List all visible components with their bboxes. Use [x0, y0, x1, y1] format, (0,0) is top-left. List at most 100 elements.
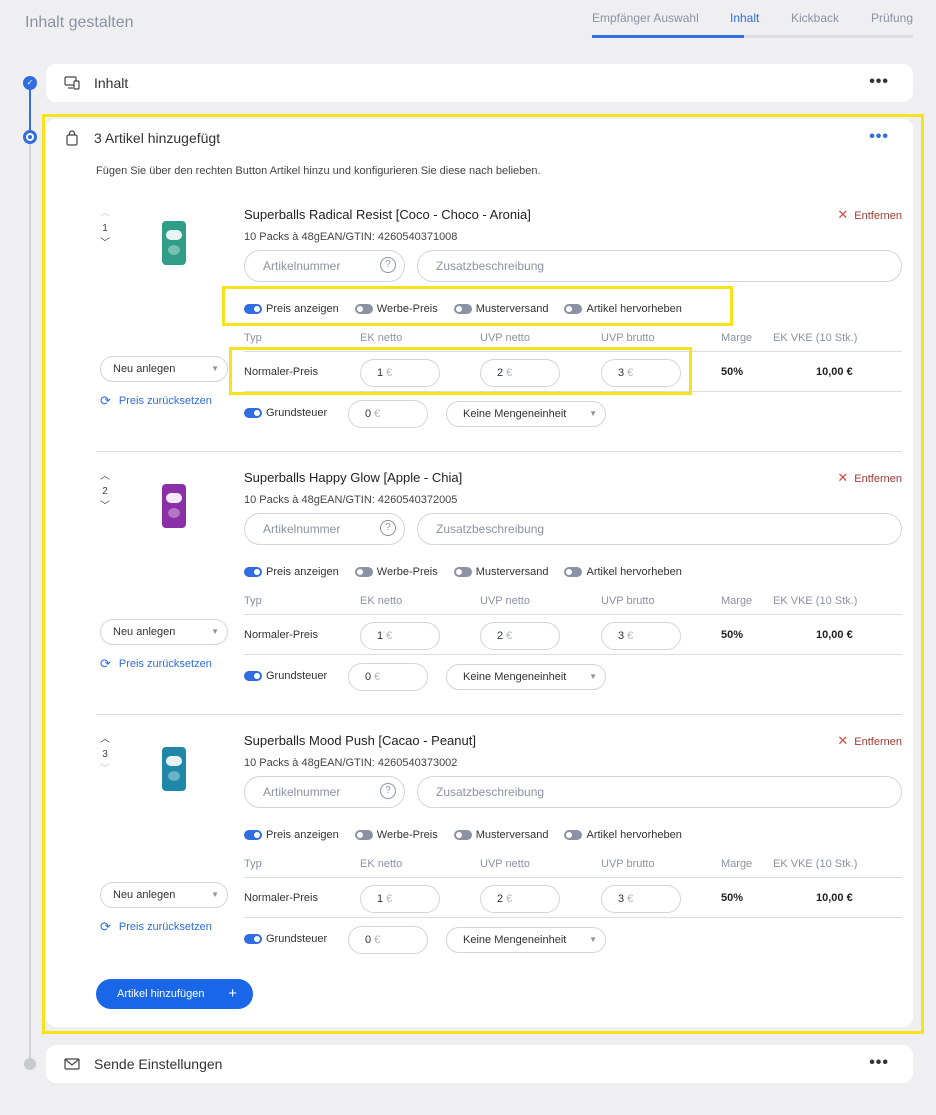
- move-up-icon[interactable]: ︿: [96, 470, 114, 484]
- property-tax-input[interactable]: 0 €: [348, 926, 428, 954]
- unit-select[interactable]: Keine Mengeneinheit ▼: [446, 927, 606, 953]
- devices-icon: [64, 75, 80, 91]
- toggle-property-tax[interactable]: Grundsteuer: [244, 670, 327, 682]
- toggle-show-price[interactable]: Preis anzeigen: [244, 566, 339, 578]
- section-send-settings[interactable]: Sende Einstellungen •••: [46, 1045, 913, 1083]
- toggle-switch: [453, 830, 472, 840]
- tab-inhalt[interactable]: Inhalt: [730, 11, 759, 25]
- move-up-icon[interactable]: ︿: [96, 733, 114, 747]
- section-articles-menu-icon[interactable]: •••: [869, 128, 889, 146]
- new-create-select[interactable]: Neu anlegen ▼: [100, 882, 228, 908]
- additional-description-input[interactable]: Zusatzbeschreibung: [417, 776, 902, 808]
- toggle-switch: [244, 934, 262, 944]
- uvp-brutto-input[interactable]: 3 €: [601, 359, 681, 387]
- column-ek-vke: EK VKE (10 Stk.): [773, 332, 858, 344]
- toggle-sample-shipping[interactable]: Musterversand: [453, 566, 548, 578]
- mail-icon: [64, 1056, 80, 1072]
- remove-button[interactable]: ✕ Entfernen: [837, 207, 902, 223]
- section-send-menu-icon[interactable]: •••: [869, 1054, 889, 1072]
- article-number-input[interactable]: Artikelnummer ?: [244, 513, 405, 545]
- property-tax-input[interactable]: 0 €: [348, 400, 428, 428]
- article-toggles: Preis anzeigen Werbe-Preis Musterversand…: [244, 829, 682, 841]
- toggle-promo-price[interactable]: Werbe-Preis: [354, 566, 438, 578]
- additional-description-input[interactable]: Zusatzbeschreibung: [417, 513, 902, 545]
- remove-button[interactable]: ✕ Entfernen: [837, 470, 902, 486]
- help-icon[interactable]: ?: [380, 257, 396, 273]
- article-position: 1: [102, 223, 108, 234]
- article-title: Superballs Mood Push [Cacao - Peanut]: [244, 733, 476, 748]
- column-uvp-netto: UVP netto: [480, 332, 530, 344]
- price-type: Normaler-Preis: [244, 892, 318, 904]
- toggle-property-tax[interactable]: Grundsteuer: [244, 407, 327, 419]
- remove-button[interactable]: ✕ Entfernen: [837, 733, 902, 749]
- margin-value: 50%: [721, 629, 744, 641]
- toggle-switch: [564, 304, 583, 314]
- toggle-show-price[interactable]: Preis anzeigen: [244, 303, 339, 315]
- unit-select[interactable]: Keine Mengeneinheit ▼: [446, 664, 606, 690]
- chevron-down-icon: ▼: [589, 935, 597, 944]
- uvp-brutto-input[interactable]: 3 €: [601, 622, 681, 650]
- add-article-button[interactable]: Artikel hinzufügen +: [96, 979, 253, 1009]
- section-articles: 3 Artikel hinzugefügt ••• Fügen Sie über…: [46, 119, 913, 1027]
- reset-price-button[interactable]: ⟳ Preis zurücksetzen: [100, 656, 212, 672]
- additional-description-input[interactable]: Zusatzbeschreibung: [417, 250, 902, 282]
- reset-price-button[interactable]: ⟳ Preis zurücksetzen: [100, 919, 212, 935]
- new-create-select[interactable]: Neu anlegen ▼: [100, 356, 228, 382]
- article-title: Superballs Happy Glow [Apple - Chia]: [244, 470, 463, 485]
- article-number-input[interactable]: Artikelnummer ?: [244, 776, 405, 808]
- toggle-switch: [354, 304, 373, 314]
- product-image: [132, 739, 216, 803]
- step-pending-icon: [24, 1058, 36, 1070]
- ek-netto-input[interactable]: 1 €: [360, 359, 440, 387]
- section-inhalt[interactable]: Inhalt •••: [46, 64, 913, 102]
- ek-netto-input[interactable]: 1 €: [360, 622, 440, 650]
- toggle-promo-price[interactable]: Werbe-Preis: [354, 829, 438, 841]
- column-ek-netto: EK netto: [360, 595, 403, 607]
- new-create-select[interactable]: Neu anlegen ▼: [100, 619, 228, 645]
- uvp-netto-input[interactable]: 2 €: [480, 622, 560, 650]
- unit-select[interactable]: Keine Mengeneinheit ▼: [446, 401, 606, 427]
- toggle-sample-shipping[interactable]: Musterversand: [453, 303, 548, 315]
- help-icon[interactable]: ?: [380, 520, 396, 536]
- step-done-icon: ✓: [23, 76, 37, 90]
- property-tax-input[interactable]: 0 €: [348, 663, 428, 691]
- section-inhalt-menu-icon[interactable]: •••: [869, 73, 889, 91]
- tab-kickback[interactable]: Kickback: [791, 11, 839, 25]
- column-uvp-brutto: UVP brutto: [601, 332, 655, 344]
- toggle-highlight[interactable]: Artikel hervorheben: [564, 829, 682, 841]
- tab-empfaenger-auswahl[interactable]: Empfänger Auswahl: [592, 11, 699, 25]
- move-up-icon[interactable]: ︿: [96, 207, 114, 221]
- toggle-switch: [244, 671, 262, 681]
- uvp-netto-input[interactable]: 2 €: [480, 359, 560, 387]
- ek-vke-value: 10,00 €: [816, 629, 853, 641]
- toggle-switch: [354, 567, 373, 577]
- tab-pruefung[interactable]: Prüfung: [871, 11, 913, 25]
- article-title: Superballs Radical Resist [Coco - Choco …: [244, 207, 531, 222]
- toggle-switch: [453, 567, 472, 577]
- help-icon[interactable]: ?: [380, 783, 396, 799]
- article-number-input[interactable]: Artikelnummer ?: [244, 250, 405, 282]
- move-down-icon[interactable]: ﹀: [96, 500, 114, 514]
- ek-netto-input[interactable]: 1 €: [360, 885, 440, 913]
- product-pack-icon: [162, 484, 186, 528]
- column-uvp-netto: UVP netto: [480, 595, 530, 607]
- uvp-brutto-input[interactable]: 3 €: [601, 885, 681, 913]
- step-tabs: Empfänger Auswahl Inhalt Kickback Prüfun…: [592, 11, 913, 38]
- toggle-property-tax[interactable]: Grundsteuer: [244, 933, 327, 945]
- toggle-highlight[interactable]: Artikel hervorheben: [564, 566, 682, 578]
- column-margin: Marge: [721, 858, 753, 870]
- toggle-promo-price[interactable]: Werbe-Preis: [354, 303, 438, 315]
- move-down-icon[interactable]: ﹀: [96, 763, 114, 777]
- uvp-netto-input[interactable]: 2 €: [480, 885, 560, 913]
- page-title: Inhalt gestalten: [25, 14, 134, 31]
- column-type: Typ: [244, 332, 262, 344]
- product-pack-icon: [162, 747, 186, 791]
- column-type: Typ: [244, 595, 262, 607]
- reset-price-button[interactable]: ⟳ Preis zurücksetzen: [100, 393, 212, 409]
- toggle-highlight[interactable]: Artikel hervorheben: [564, 303, 682, 315]
- toggle-sample-shipping[interactable]: Musterversand: [453, 829, 548, 841]
- product-pack-icon: [162, 221, 186, 265]
- toggle-switch: [244, 567, 262, 577]
- toggle-show-price[interactable]: Preis anzeigen: [244, 829, 339, 841]
- move-down-icon[interactable]: ﹀: [96, 237, 114, 251]
